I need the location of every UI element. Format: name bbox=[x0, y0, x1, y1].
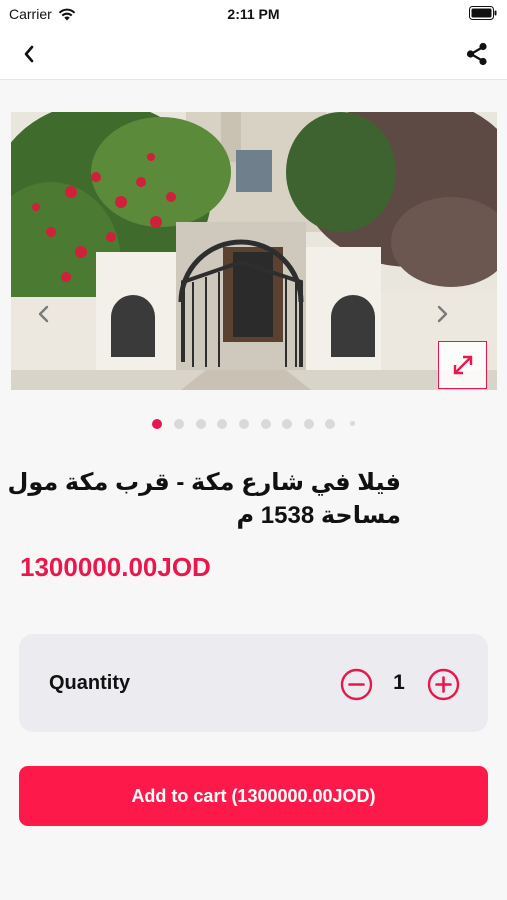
add-to-cart-button[interactable]: Add to cart (1300000.00JOD) bbox=[19, 766, 488, 826]
status-time: 2:11 PM bbox=[227, 6, 280, 22]
share-button[interactable] bbox=[461, 38, 493, 70]
quantity-label: Quantity bbox=[49, 672, 131, 694]
product-image[interactable] bbox=[11, 112, 497, 390]
page-dot[interactable] bbox=[196, 419, 206, 429]
battery-icon bbox=[469, 6, 497, 20]
page-dot[interactable] bbox=[217, 419, 227, 429]
navigation-bar bbox=[0, 28, 507, 80]
page-dot[interactable] bbox=[174, 419, 184, 429]
share-icon bbox=[466, 42, 487, 66]
gallery-next-icon[interactable] bbox=[432, 302, 452, 326]
page-dot[interactable] bbox=[350, 421, 355, 426]
quantity-value: 1 bbox=[393, 671, 405, 694]
page-dot-active[interactable] bbox=[152, 419, 162, 429]
back-button[interactable] bbox=[14, 40, 44, 68]
gallery-prev-icon[interactable] bbox=[34, 302, 54, 326]
decrease-quantity-button[interactable] bbox=[340, 668, 373, 701]
product-price: 1300000.00JOD bbox=[20, 552, 211, 582]
page-dot[interactable] bbox=[325, 419, 335, 429]
villa-photo bbox=[11, 112, 497, 390]
quantity-card: Quantity 1 bbox=[19, 634, 488, 732]
expand-button[interactable] bbox=[438, 341, 487, 389]
increase-quantity-button[interactable] bbox=[427, 668, 460, 701]
chevron-left-icon bbox=[24, 45, 34, 63]
product-title: فيلا في شارع مكة - قرب مكة مول مساحة 153… bbox=[7, 469, 401, 529]
page-dot[interactable] bbox=[282, 419, 292, 429]
page-dot[interactable] bbox=[239, 419, 249, 429]
gallery-page-indicator[interactable] bbox=[0, 418, 507, 430]
expand-icon bbox=[453, 355, 472, 375]
page-dot[interactable] bbox=[304, 419, 314, 429]
status-bar: Carrier 2:11 PM bbox=[0, 0, 507, 28]
page-dot[interactable] bbox=[261, 419, 271, 429]
